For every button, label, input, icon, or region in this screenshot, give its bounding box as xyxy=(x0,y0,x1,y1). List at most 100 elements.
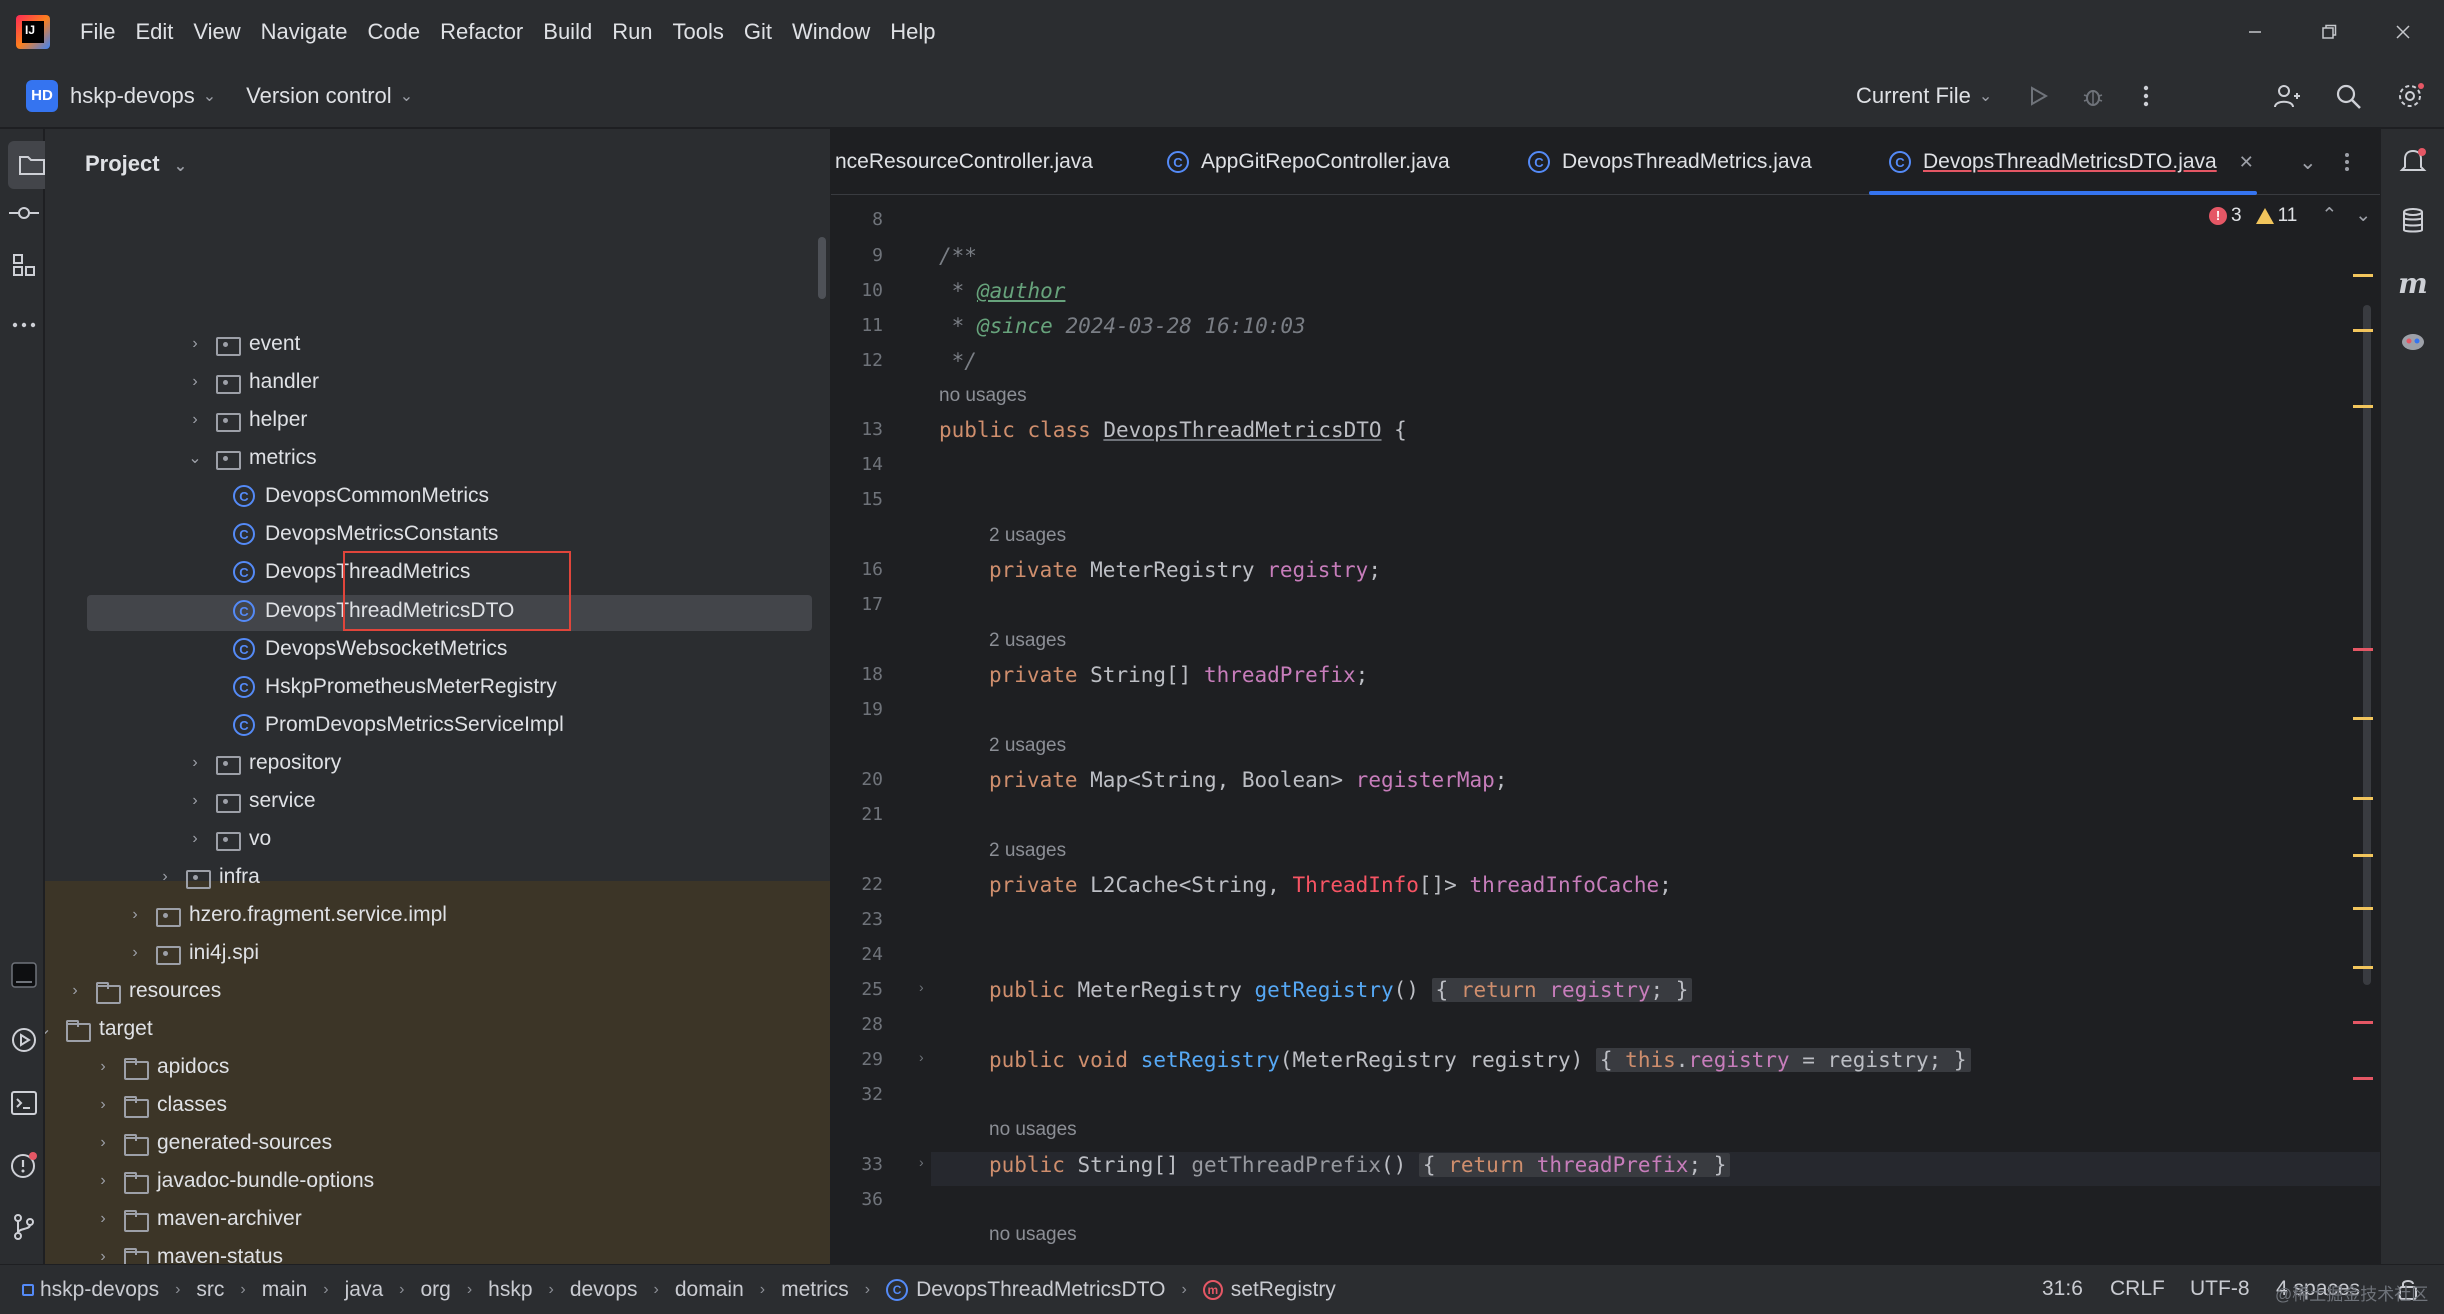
menu-run[interactable]: Run xyxy=(612,19,652,45)
tree-item-target[interactable]: ⌄ target xyxy=(45,1010,820,1048)
tab-nce-resource-controller[interactable]: nceResourceController.java xyxy=(835,129,1093,195)
chevron-right-icon[interactable]: › xyxy=(185,335,205,353)
tree-item-hzero[interactable]: › hzero.fragment.service.impl xyxy=(45,896,830,934)
error-marker[interactable] xyxy=(2353,648,2373,651)
chevron-right-icon[interactable]: › xyxy=(93,1248,113,1264)
tree-item-service[interactable]: › service xyxy=(45,782,830,820)
chevron-right-icon[interactable]: › xyxy=(93,1058,113,1076)
breadcrumb-item[interactable]: java xyxy=(345,1278,384,1302)
code-line-since[interactable]: * @since 2024-03-28 16:10:03 xyxy=(939,314,1306,338)
tree-item-ini4j[interactable]: › ini4j.spi xyxy=(45,934,830,972)
breadcrumb-item[interactable]: hskp xyxy=(488,1278,532,1302)
usages-hint[interactable]: no usages xyxy=(939,385,1027,407)
chevron-down-icon[interactable]: ⌄ xyxy=(185,448,205,468)
debug-button[interactable] xyxy=(2077,80,2109,112)
line-separator[interactable]: CRLF xyxy=(2110,1264,2165,1314)
code-line-doc-open[interactable]: /** xyxy=(939,244,977,268)
warning-marker[interactable] xyxy=(2353,329,2373,332)
terminal-alt-tool-button[interactable] xyxy=(8,959,40,991)
restore-button[interactable] xyxy=(2292,0,2366,64)
tree-item-folder[interactable]: › maven-status xyxy=(45,1238,830,1264)
chevron-right-icon[interactable]: › xyxy=(185,830,205,848)
code-with-me-button[interactable] xyxy=(2270,80,2302,112)
usages-hint[interactable]: no usages xyxy=(989,1224,1077,1246)
usages-hint[interactable]: 2 usages xyxy=(989,525,1066,547)
breadcrumb-item[interactable]: domain xyxy=(675,1278,744,1302)
code-line-get-thread-prefix[interactable]: public String[] getThreadPrefix() { retu… xyxy=(989,1153,1731,1177)
code-line-field-thread-info-cache[interactable]: private L2Cache<String, ThreadInfo[]> th… xyxy=(989,873,1672,897)
close-tab-icon[interactable]: ✕ xyxy=(2239,152,2254,173)
tree-item-class[interactable]: C HskpPrometheusMeterRegistry xyxy=(45,668,830,706)
tree-item-resources[interactable]: › resources xyxy=(45,972,830,1010)
problems-tool-button[interactable] xyxy=(8,1149,40,1181)
tree-scrollbar[interactable] xyxy=(818,237,826,299)
tree-item-metrics[interactable]: ⌄ metrics xyxy=(45,439,830,477)
code-line-field-registry[interactable]: private MeterRegistry registry; xyxy=(989,558,1381,582)
usages-hint[interactable]: 2 usages xyxy=(989,840,1066,862)
inspection-widget[interactable]: ! 3 11 ⌃ ⌄ xyxy=(2209,204,2371,227)
chevron-right-icon[interactable]: › xyxy=(93,1210,113,1228)
settings-button[interactable] xyxy=(2394,80,2426,112)
version-control-selector[interactable]: Version control xyxy=(246,83,392,109)
error-marker[interactable] xyxy=(2353,1077,2373,1080)
more-actions-button[interactable] xyxy=(2130,80,2162,112)
warning-marker[interactable] xyxy=(2353,797,2373,800)
tree-item-class[interactable]: C PromDevopsMetricsServiceImpl xyxy=(45,706,830,744)
tree-item-repository[interactable]: › repository xyxy=(45,744,830,782)
code-line-doc-close[interactable]: */ xyxy=(939,349,977,373)
chevron-right-icon[interactable]: › xyxy=(93,1134,113,1152)
search-everywhere-button[interactable] xyxy=(2332,80,2364,112)
tree-item-vo[interactable]: › vo xyxy=(45,820,830,858)
menu-edit[interactable]: Edit xyxy=(135,19,173,45)
menu-tools[interactable]: Tools xyxy=(673,19,724,45)
tab-app-git-repo-controller[interactable]: C AppGitRepoController.java xyxy=(1167,129,1450,195)
breadcrumb-item[interactable]: hskp-devops xyxy=(40,1278,159,1302)
intellij-logo-icon[interactable]: IJ xyxy=(16,15,50,49)
more-tools-button[interactable] xyxy=(8,309,40,341)
menu-window[interactable]: Window xyxy=(792,19,870,45)
close-window-button[interactable] xyxy=(2366,0,2440,64)
warning-marker[interactable] xyxy=(2353,907,2373,910)
tree-item-class[interactable]: C DevopsWebsocketMetrics xyxy=(45,630,830,668)
folded-block[interactable]: { return registry; } xyxy=(1431,978,1693,1002)
database-button[interactable] xyxy=(2397,205,2429,237)
tree-item-class[interactable]: C DevopsCommonMetrics xyxy=(45,477,830,515)
code-line-get-registry[interactable]: public MeterRegistry getRegistry() { ret… xyxy=(989,978,1693,1002)
breadcrumb-item[interactable]: main xyxy=(262,1278,308,1302)
warning-marker[interactable] xyxy=(2353,274,2373,277)
usages-hint[interactable]: no usages xyxy=(989,1119,1077,1141)
chevron-right-icon[interactable]: › xyxy=(185,754,205,772)
fold-arrow-icon[interactable]: › xyxy=(919,979,924,995)
usages-hint[interactable]: 2 usages xyxy=(989,735,1066,757)
chevron-right-icon[interactable]: › xyxy=(185,792,205,810)
menu-code[interactable]: Code xyxy=(368,19,421,45)
structure-tool-button[interactable] xyxy=(8,249,40,281)
maven-button[interactable]: m xyxy=(2397,267,2429,300)
menu-file[interactable]: File xyxy=(80,19,115,45)
code-line-field-register-map[interactable]: private Map<String, Boolean> registerMap… xyxy=(989,768,1507,792)
tree-item-helper[interactable]: › helper xyxy=(45,401,830,439)
tab-devops-thread-metrics-dto[interactable]: C DevopsThreadMetricsDTO.java ✕ xyxy=(1889,129,2254,195)
next-problem-icon[interactable]: ⌄ xyxy=(2355,204,2371,227)
chevron-right-icon[interactable]: › xyxy=(65,982,85,1000)
breadcrumb-item[interactable]: src xyxy=(196,1278,224,1302)
code-line-set-registry[interactable]: public void setRegistry(MeterRegistry re… xyxy=(989,1048,1971,1072)
breadcrumb-item[interactable]: devops xyxy=(570,1278,638,1302)
code-line-class-decl[interactable]: public class DevopsThreadMetricsDTO { xyxy=(939,418,1407,442)
run-config-selector[interactable]: Current File ⌄ xyxy=(1856,64,1992,128)
chevron-right-icon[interactable]: › xyxy=(93,1172,113,1190)
chevron-right-icon[interactable]: › xyxy=(185,373,205,391)
code-line-field-thread-prefix[interactable]: private String[] threadPrefix; xyxy=(989,663,1368,687)
breadcrumb-item[interactable]: setRegistry xyxy=(1231,1278,1336,1302)
warning-marker[interactable] xyxy=(2353,405,2373,408)
commit-tool-button[interactable] xyxy=(8,197,40,229)
chevron-right-icon[interactable]: › xyxy=(125,944,145,962)
file-encoding[interactable]: UTF-8 xyxy=(2190,1264,2250,1314)
tree-item-folder[interactable]: › maven-archiver xyxy=(45,1200,830,1238)
minimize-button[interactable] xyxy=(2218,0,2292,64)
warning-marker[interactable] xyxy=(2353,717,2373,720)
menu-navigate[interactable]: Navigate xyxy=(261,19,348,45)
tree-item-folder[interactable]: › classes xyxy=(45,1086,830,1124)
fold-arrow-icon[interactable]: › xyxy=(919,1049,924,1065)
tab-list-button[interactable]: ⌄ xyxy=(2299,129,2317,195)
